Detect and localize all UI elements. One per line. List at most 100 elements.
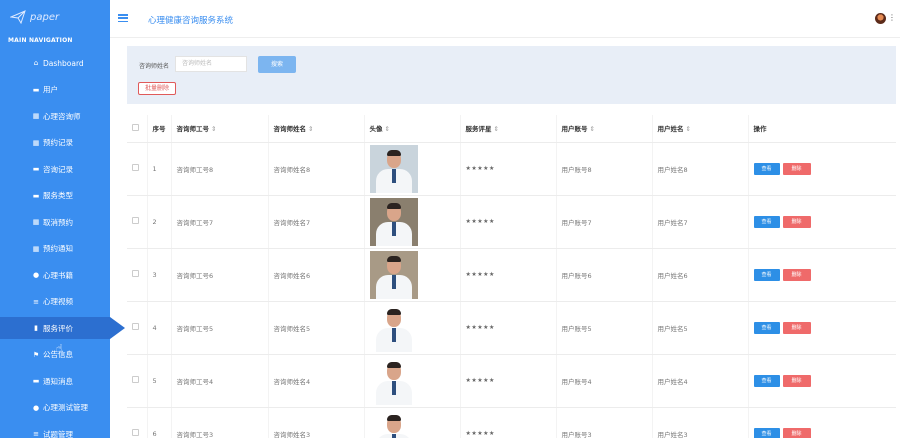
sidebar-item[interactable]: ▦ 预约记录 bbox=[0, 132, 110, 154]
cell-user-account: 用户账号6 bbox=[556, 248, 653, 302]
cell-user-account: 用户账号4 bbox=[556, 354, 653, 408]
sidebar-item[interactable]: ● 心理书籍 bbox=[0, 264, 110, 286]
search-button[interactable]: 搜索 bbox=[258, 56, 296, 73]
row-checkbox[interactable] bbox=[132, 270, 139, 277]
sidebar-item[interactable]: ▬ 通知消息 bbox=[0, 370, 110, 392]
cell-rating: ★★★★★ bbox=[460, 142, 557, 196]
col-header-user-name[interactable]: 用户姓名 ⇕ bbox=[652, 115, 749, 143]
flag-icon: ⚑ bbox=[32, 350, 40, 359]
col-header-counselor-id[interactable]: 咨询师工号 ⇕ bbox=[171, 115, 269, 143]
sidebar-item-label: 咨询记录 bbox=[43, 164, 73, 174]
sort-icon: ⇕ bbox=[685, 125, 691, 134]
cell-user-account: 用户账号3 bbox=[556, 407, 653, 438]
cell-user-account: 用户账号8 bbox=[556, 142, 653, 196]
table-row: 2 咨询师工号7 咨询师姓名7 ★★★★★ 用户账号7 用户姓名7 查看 删除 bbox=[127, 195, 896, 249]
sidebar-item[interactable]: ▦ 取消预约 bbox=[0, 211, 110, 233]
grid-icon: ▦ bbox=[32, 112, 40, 120]
row-checkbox[interactable] bbox=[132, 164, 139, 171]
row-checkbox[interactable] bbox=[132, 429, 139, 436]
logo[interactable]: paper bbox=[10, 10, 59, 24]
delete-button[interactable]: 删除 bbox=[782, 268, 811, 281]
sidebar-item[interactable]: ▦ 心理咨询师 bbox=[0, 105, 110, 127]
comment-icon: ▬ bbox=[32, 165, 40, 173]
delete-button[interactable]: 删除 bbox=[782, 162, 811, 175]
mouse-cursor-icon: ☝ bbox=[56, 342, 63, 355]
view-button[interactable]: 查看 bbox=[753, 427, 780, 438]
cell-no: 4 bbox=[147, 301, 172, 355]
col-header-counselor-name[interactable]: 咨询师姓名 ⇕ bbox=[268, 115, 365, 143]
row-checkbox[interactable] bbox=[132, 376, 139, 383]
cell-user-name: 用户姓名7 bbox=[652, 195, 749, 249]
cell-counselor-id: 咨询师工号4 bbox=[171, 354, 269, 408]
view-button[interactable]: 查看 bbox=[753, 215, 780, 228]
select-all-checkbox[interactable] bbox=[132, 123, 139, 131]
table-row: 5 咨询师工号4 咨询师姓名4 ★★★★★ 用户账号4 用户姓名4 查看 删除 bbox=[127, 354, 896, 408]
col-header-photo[interactable]: 头像 ⇕ bbox=[364, 115, 461, 143]
counselor-photo bbox=[369, 303, 418, 352]
sidebar-item[interactable]: ≡ 心理视频 bbox=[0, 291, 110, 313]
cell-actions: 查看 删除 bbox=[748, 407, 896, 438]
list-icon: ≡ bbox=[33, 297, 39, 306]
cell-rating: ★★★★★ bbox=[460, 248, 557, 302]
delete-button[interactable]: 删除 bbox=[782, 427, 811, 438]
sidebar-item[interactable]: ▮ 服务评价 bbox=[0, 317, 125, 339]
view-button[interactable]: 查看 bbox=[753, 162, 780, 175]
cell-photo bbox=[364, 195, 461, 249]
search-panel: 咨询师姓名 咨询师姓名 搜索 批量删除 bbox=[127, 46, 896, 104]
col-header-rating[interactable]: 服务评星 ⇕ bbox=[460, 115, 557, 143]
col-header-actions: 操作 bbox=[748, 115, 896, 143]
sort-icon: ⇕ bbox=[384, 125, 390, 134]
sidebar-item-label: 取消预约 bbox=[43, 217, 73, 227]
batch-delete-button[interactable]: 批量删除 bbox=[138, 82, 176, 95]
row-checkbox[interactable] bbox=[132, 323, 139, 330]
view-button[interactable]: 查看 bbox=[753, 268, 780, 281]
sidebar-item[interactable]: ⌂ Dashboard bbox=[0, 52, 110, 74]
nav-section-title: MAIN NAVIGATION bbox=[8, 37, 73, 44]
data-table: 序号 咨询师工号 ⇕ 咨询师姓名 ⇕ 头像 ⇕ 服务评星 ⇕ 用户账号 ⇕ 用户姓名 ⇕ 操… bbox=[127, 115, 896, 438]
file-icon: ▬ bbox=[32, 377, 40, 385]
search-label: 咨询师姓名 bbox=[139, 63, 170, 70]
cell-rating: ★★★★★ bbox=[460, 354, 557, 408]
sidebar-item[interactable]: ▬ 服务类型 bbox=[0, 185, 110, 207]
cell-no: 3 bbox=[147, 248, 172, 302]
more-menu-icon[interactable]: ⋮ bbox=[888, 13, 896, 22]
cell-counselor-name: 咨询师姓名3 bbox=[268, 407, 365, 438]
cell-actions: 查看 删除 bbox=[748, 195, 896, 249]
paper-plane-icon bbox=[10, 10, 26, 24]
cell-counselor-name: 咨询师姓名4 bbox=[268, 354, 365, 408]
sidebar-item[interactable]: ▬ 咨询记录 bbox=[0, 158, 110, 180]
sidebar-item[interactable]: ▬ 用户 bbox=[0, 79, 110, 101]
table-row: 6 咨询师工号3 咨询师姓名3 ★★★★★ 用户账号3 用户姓名3 查看 删除 bbox=[127, 407, 896, 438]
bar-chart-icon: ▮ bbox=[34, 324, 38, 332]
cell-no: 1 bbox=[147, 142, 172, 196]
avatar[interactable] bbox=[875, 13, 886, 24]
pin-icon: ● bbox=[32, 403, 40, 412]
home-icon: ⌂ bbox=[33, 59, 39, 67]
sidebar-item[interactable]: ⚑ 公告信息 bbox=[0, 344, 110, 366]
row-checkbox[interactable] bbox=[132, 217, 139, 224]
view-button[interactable]: 查看 bbox=[753, 321, 780, 334]
cell-counselor-id: 咨询师工号8 bbox=[171, 142, 269, 196]
delete-button[interactable]: 删除 bbox=[782, 215, 811, 228]
delete-button[interactable]: 删除 bbox=[782, 374, 811, 387]
cell-actions: 查看 删除 bbox=[748, 248, 896, 302]
col-header-user-account[interactable]: 用户账号 ⇕ bbox=[556, 115, 653, 143]
sidebar-item[interactable]: ● 心理测试管理 bbox=[0, 397, 110, 419]
sidebar-item-label: 预约记录 bbox=[43, 138, 73, 147]
delete-button[interactable]: 删除 bbox=[782, 321, 811, 334]
person-icon: ● bbox=[32, 271, 40, 279]
sort-icon: ⇕ bbox=[589, 125, 595, 134]
cell-rating: ★★★★★ bbox=[460, 301, 557, 355]
table-row: 4 咨询师工号5 咨询师姓名5 ★★★★★ 用户账号5 用户姓名5 查看 删除 bbox=[127, 301, 896, 355]
cell-photo bbox=[364, 301, 461, 355]
search-input[interactable]: 咨询师姓名 bbox=[175, 56, 247, 72]
cell-actions: 查看 删除 bbox=[748, 142, 896, 196]
col-header-no: 序号 bbox=[147, 115, 172, 143]
sidebar-item[interactable]: ≡ 试题管理 bbox=[0, 423, 110, 445]
sidebar-item[interactable]: ▦ 预约通知 bbox=[0, 238, 110, 260]
file-icon: ▬ bbox=[32, 191, 40, 200]
menu-toggle-icon[interactable] bbox=[118, 14, 128, 22]
view-button[interactable]: 查看 bbox=[753, 374, 780, 387]
cell-rating: ★★★★★ bbox=[460, 195, 557, 249]
cell-actions: 查看 删除 bbox=[748, 301, 896, 355]
